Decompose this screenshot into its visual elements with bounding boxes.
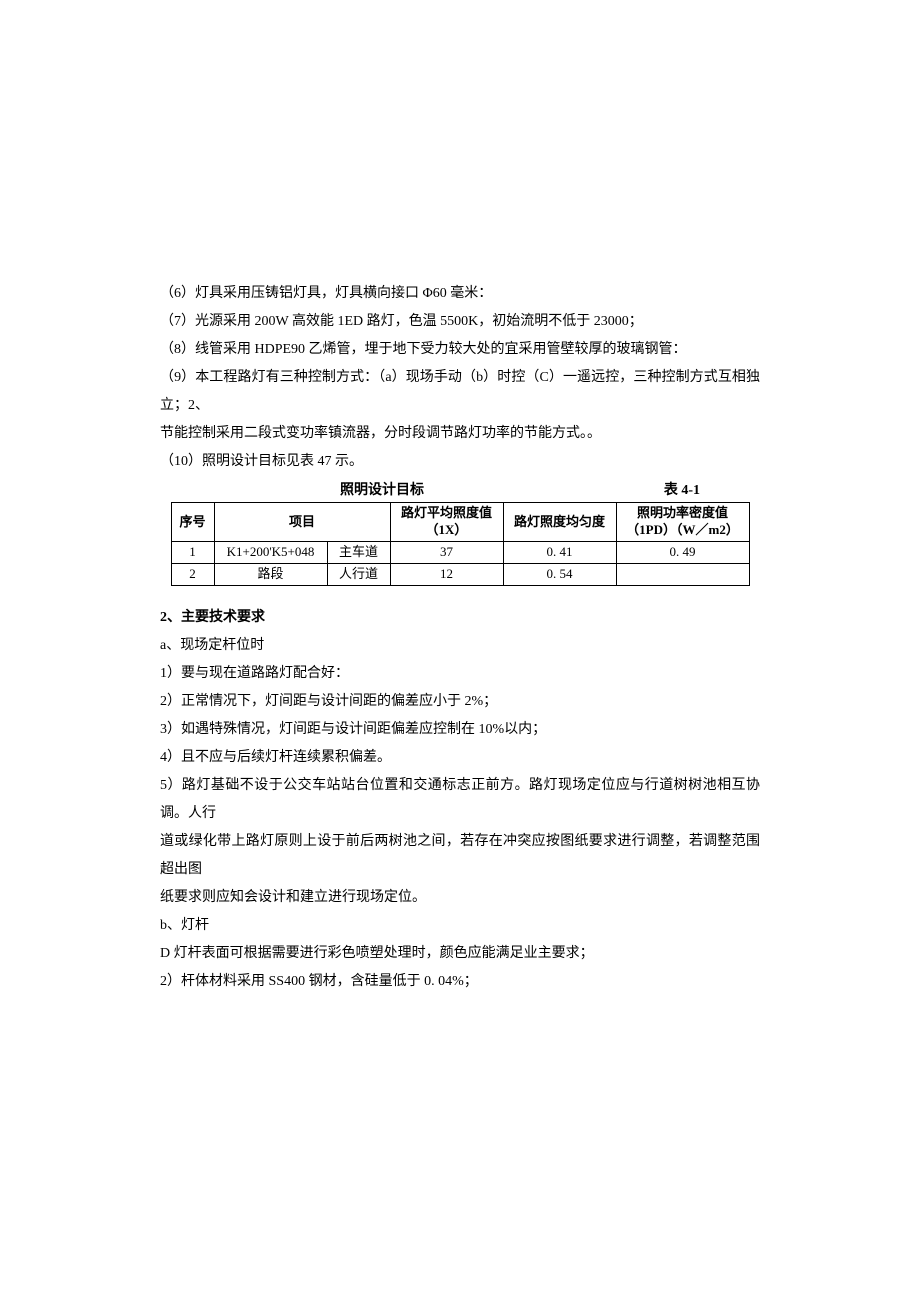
header-avg-label: 路灯平均照度值 — [397, 505, 497, 522]
header-power-unit: （1PD）（W／m2） — [623, 522, 743, 539]
item-b1: D 灯杆表面可根据需要进行彩色喷塑处理时，颜色应能满足业主要求； — [160, 940, 760, 968]
cell-uniformity: 0. 54 — [503, 564, 616, 586]
table-row: 1 K1+200'K5+048 主车道 37 0. 41 0. 49 — [171, 542, 749, 564]
header-uniformity: 路灯照度均匀度 — [503, 503, 616, 542]
paragraph-6: （6）灯具采用压铸铝灯具，灯具横向接口 Φ60 毫米： — [160, 280, 760, 308]
header-power-label: 照明功率密度值 — [623, 505, 743, 522]
item-a4: 4）且不应与后续灯杆连续累积偏差。 — [160, 744, 760, 772]
header-seq: 序号 — [171, 503, 214, 542]
document-page: （6）灯具采用压铸铝灯具，灯具横向接口 Φ60 毫米： （7）光源采用 200W… — [0, 0, 920, 1036]
table-row: 2 路段 人行道 12 0. 54 — [171, 564, 749, 586]
subsection-b-label: b、灯杆 — [160, 912, 760, 940]
paragraph-10: （10）照明设计目标见表 47 示。 — [160, 448, 760, 476]
item-a2: 2）正常情况下，灯间距与设计间距的偏差应小于 2%； — [160, 688, 760, 716]
cell-project-a: 路段 — [214, 564, 327, 586]
cell-seq: 1 — [171, 542, 214, 564]
cell-project-b: 人行道 — [327, 564, 390, 586]
header-power: 照明功率密度值 （1PD）（W／m2） — [616, 503, 749, 542]
cell-seq: 2 — [171, 564, 214, 586]
table-header-row: 序号 项目 路灯平均照度值 （1X） 路灯照度均匀度 照明功率密度值 （1PD）… — [171, 503, 749, 542]
paragraph-8: （8）线管采用 HDPE90 乙烯管，埋于地下受力较大处的宜采用管壁较厚的玻璃钢… — [160, 336, 760, 364]
cell-project-b: 主车道 — [327, 542, 390, 564]
subsection-a-label: a、现场定杆位时 — [160, 632, 760, 660]
header-avg: 路灯平均照度值 （1X） — [390, 503, 503, 542]
paragraph-9-line1: （9）本工程路灯有三种控制方式：（a）现场手动（b）时控（C）一遥远控，三种控制… — [160, 364, 760, 420]
item-b2: 2）杆体材料采用 SS400 钢材，含硅量低于 0. 04%； — [160, 968, 760, 996]
header-avg-unit: （1X） — [397, 522, 497, 539]
cell-power: 0. 49 — [616, 542, 749, 564]
item-a5-line3: 纸要求则应知会设计和建立进行现场定位。 — [160, 884, 760, 912]
cell-avg: 12 — [390, 564, 503, 586]
item-a5-line2: 道或绿化带上路灯原则上设于前后两树池之间，若存在冲突应按图纸要求进行调整，若调整… — [160, 828, 760, 884]
cell-uniformity: 0. 41 — [503, 542, 616, 564]
table-number: 表 4-1 — [664, 480, 700, 502]
item-a3: 3）如遇特殊情况，灯间距与设计间距偏差应控制在 10%以内； — [160, 716, 760, 744]
section-2-heading: 2、主要技术要求 — [160, 604, 760, 632]
cell-project-a: K1+200'K5+048 — [214, 542, 327, 564]
item-a1: 1）要与现在道路路灯配合好： — [160, 660, 760, 688]
lighting-design-table: 序号 项目 路灯平均照度值 （1X） 路灯照度均匀度 照明功率密度值 （1PD）… — [171, 502, 750, 586]
paragraph-7: （7）光源采用 200W 高效能 1ED 路灯，色温 5500K，初始流明不低于… — [160, 308, 760, 336]
header-project: 项目 — [214, 503, 390, 542]
cell-avg: 37 — [390, 542, 503, 564]
paragraph-9-line2: 节能控制采用二段式变功率镇流器，分时段调节路灯功率的节能方式。。 — [160, 420, 760, 448]
table-title-row: 照明设计目标 表 4-1 — [160, 480, 760, 502]
cell-power — [616, 564, 749, 586]
table-title: 照明设计目标 — [340, 480, 424, 502]
item-a5-line1: 5）路灯基础不设于公交车站站台位置和交通标志正前方。路灯现场定位应与行道树树池相… — [160, 772, 760, 828]
